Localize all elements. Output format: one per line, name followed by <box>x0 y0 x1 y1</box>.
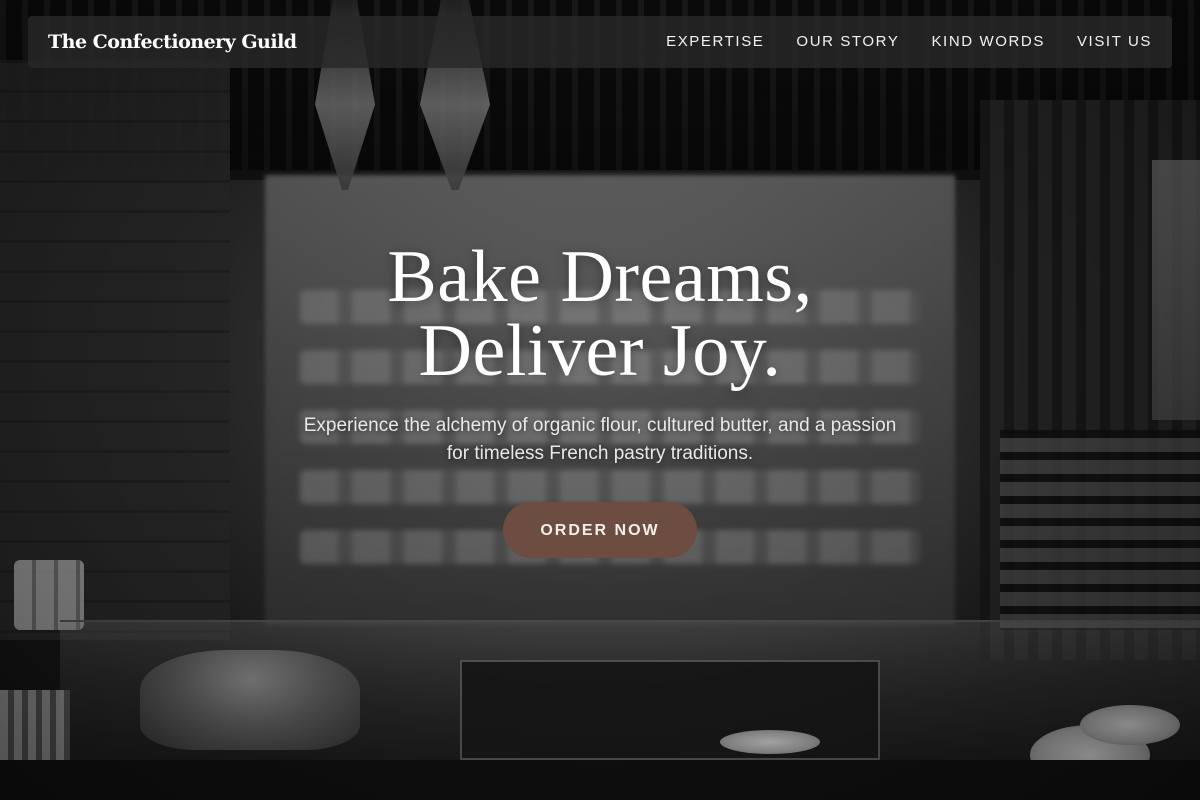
top-navbar: The Confectionery Guild EXPERTISE OUR ST… <box>28 16 1172 68</box>
nav-item-our-story: OUR STORY <box>796 33 899 51</box>
nav-link-kind-words[interactable]: KIND WORDS <box>931 33 1045 50</box>
order-now-button[interactable]: ORDER NOW <box>503 502 697 558</box>
nav-item-visit-us: VISIT US <box>1077 33 1152 51</box>
hero-content: Bake Dreams, Deliver Joy. Experience the… <box>0 240 1200 558</box>
hero-subtitle: Experience the alchemy of organic flour,… <box>303 415 897 464</box>
brand-logo[interactable]: The Confectionery Guild <box>48 31 297 53</box>
nav-link-our-story[interactable]: OUR STORY <box>796 33 899 50</box>
hero-section: The Confectionery Guild EXPERTISE OUR ST… <box>0 0 1200 800</box>
hero-headline: Bake Dreams, Deliver Joy. <box>0 240 1200 388</box>
nav-link-expertise[interactable]: EXPERTISE <box>666 33 764 50</box>
nav-item-expertise: EXPERTISE <box>666 33 764 51</box>
nav-link-visit-us[interactable]: VISIT US <box>1077 33 1152 50</box>
nav-links: EXPERTISE OUR STORY KIND WORDS VISIT US <box>666 33 1152 51</box>
headline-line-1: Bake Dreams, <box>387 236 813 318</box>
headline-line-2: Deliver Joy. <box>418 310 782 392</box>
nav-item-kind-words: KIND WORDS <box>931 33 1045 51</box>
